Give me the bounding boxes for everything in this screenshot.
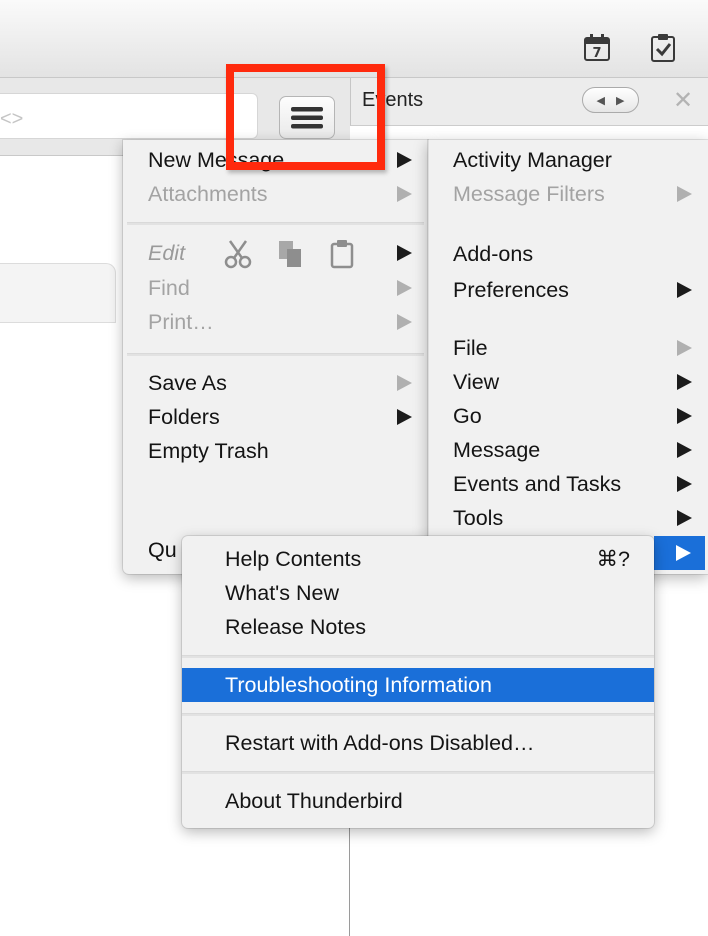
app-menu-button[interactable] <box>279 96 335 139</box>
menu-item-addons[interactable]: Add-ons <box>429 237 708 271</box>
previous-icon[interactable]: ◀ <box>597 94 605 107</box>
calendar-day: 7 <box>592 46 601 61</box>
chevron-right-icon <box>397 245 412 261</box>
chevron-right-icon <box>397 280 412 296</box>
menu-item-message-filters[interactable]: Message Filters <box>429 177 708 211</box>
menu-item-activity-manager[interactable]: Activity Manager <box>429 143 708 177</box>
menu-separator <box>182 713 654 716</box>
menu-separator <box>127 222 424 225</box>
menu-item-quit[interactable]: Qu <box>148 533 177 567</box>
chevron-right-icon <box>677 282 692 298</box>
copy-icon[interactable] <box>277 239 305 269</box>
menu-item-find[interactable]: Find <box>123 271 428 305</box>
menu-item-tools[interactable]: Tools <box>429 501 708 535</box>
menu-item-troubleshooting-information[interactable]: Troubleshooting Information <box>182 668 654 702</box>
menu-item-preferences[interactable]: Preferences <box>429 273 708 307</box>
chevron-right-icon <box>677 340 692 356</box>
chevron-right-icon <box>677 408 692 424</box>
menu-item-about-thunderbird[interactable]: About Thunderbird <box>182 784 654 818</box>
chevron-right-icon <box>677 186 692 202</box>
menu-item-empty-trash[interactable]: Empty Trash <box>123 434 428 468</box>
tasks-icon[interactable] <box>648 33 678 63</box>
menu-item-attachments[interactable]: Attachments <box>123 177 428 211</box>
menu-separator <box>182 655 654 658</box>
menu-item-events-and-tasks[interactable]: Events and Tasks <box>429 467 708 501</box>
menu-item-folders[interactable]: Folders <box>123 400 428 434</box>
help-submenu: Help Contents ⌘? What's New Release Note… <box>182 536 654 828</box>
chevron-right-icon <box>397 314 412 330</box>
app-menu-right: Activity Manager Message Filters Add-ons… <box>428 140 708 574</box>
chevron-right-icon <box>676 545 691 561</box>
menu-item-edit[interactable]: Edit <box>123 236 428 270</box>
next-icon[interactable]: ▶ <box>616 94 624 107</box>
menu-item-restart-addons-disabled[interactable]: Restart with Add-ons Disabled… <box>182 726 654 760</box>
menu-item-help-contents[interactable]: Help Contents ⌘? <box>182 542 654 576</box>
cut-icon[interactable] <box>223 239 253 269</box>
chevron-right-icon <box>677 442 692 458</box>
close-icon[interactable]: ✕ <box>673 86 693 115</box>
menu-item-view[interactable]: View <box>429 365 708 399</box>
menu-item-print[interactable]: Print… <box>123 305 428 339</box>
menu-item-file[interactable]: File <box>429 331 708 365</box>
hamburger-icon <box>291 106 323 128</box>
chevron-right-icon <box>397 375 412 391</box>
menu-item-new-message[interactable]: New Message <box>123 143 428 177</box>
menu-item-whats-new[interactable]: What's New <box>182 576 654 610</box>
search-hint: <> <box>0 108 24 130</box>
menu-item-save-as[interactable]: Save As <box>123 366 428 400</box>
menu-item-help[interactable] <box>654 536 705 570</box>
folder-pane-tab <box>0 263 116 323</box>
events-pager[interactable]: ◀ ▶ <box>582 87 639 113</box>
chevron-right-icon <box>677 510 692 526</box>
search-input[interactable] <box>0 93 258 139</box>
chevron-right-icon <box>677 476 692 492</box>
help-shortcut: ⌘? <box>596 547 630 571</box>
calendar-icon[interactable]: 7 <box>582 33 612 63</box>
chevron-right-icon <box>397 186 412 202</box>
events-title: Events <box>362 89 424 111</box>
chevron-right-icon <box>677 374 692 390</box>
app-menu-left: New Message Attachments Edit Find Print…… <box>123 140 428 574</box>
chevron-right-icon <box>397 409 412 425</box>
main-toolbar: 7 <box>0 0 708 78</box>
menu-separator <box>182 771 654 774</box>
paste-icon[interactable] <box>329 239 355 269</box>
menu-item-message[interactable]: Message <box>429 433 708 467</box>
menu-item-go[interactable]: Go <box>429 399 708 433</box>
menu-item-release-notes[interactable]: Release Notes <box>182 610 654 644</box>
chevron-right-icon <box>397 152 412 168</box>
menu-separator <box>127 353 424 356</box>
pane-divider <box>349 826 350 936</box>
